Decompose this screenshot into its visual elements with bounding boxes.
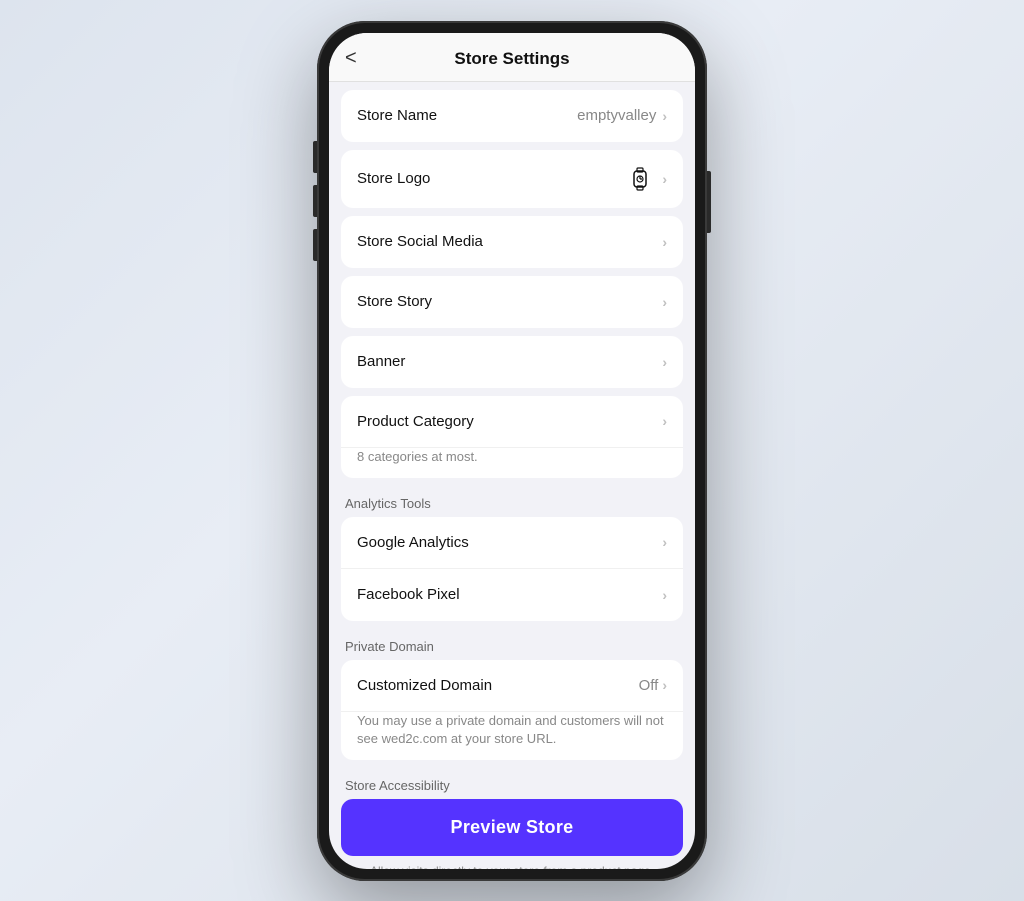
store-name-card: Store Name emptyvalley › — [341, 90, 683, 142]
phone-frame: < Store Settings Store Name emptyvalley … — [317, 21, 707, 881]
watch-icon — [626, 165, 654, 193]
customized-domain-label: Customized Domain — [357, 677, 639, 694]
store-story-row[interactable]: Store Story › — [341, 276, 683, 328]
product-category-label: Product Category — [357, 413, 662, 430]
phone-screen: < Store Settings Store Name emptyvalley … — [329, 33, 695, 869]
analytics-section-label: Analytics Tools — [341, 486, 683, 517]
private-domain-sub: You may use a private domain and custome… — [341, 712, 683, 760]
header: < Store Settings — [329, 33, 695, 82]
facebook-pixel-label: Facebook Pixel — [357, 586, 662, 603]
accessibility-section-label: Store Accessibility — [341, 768, 683, 799]
google-analytics-label: Google Analytics — [357, 534, 662, 551]
store-name-label: Store Name — [357, 107, 577, 124]
banner-label: Banner — [357, 353, 662, 370]
store-logo-row[interactable]: Store Logo › — [341, 150, 683, 208]
analytics-section: Analytics Tools Google Analytics › Faceb… — [341, 486, 683, 621]
store-story-card: Store Story › — [341, 276, 683, 328]
facebook-pixel-chevron: › — [662, 587, 667, 603]
banner-chevron: › — [662, 354, 667, 370]
product-category-chevron: › — [662, 413, 667, 429]
facebook-pixel-row[interactable]: Facebook Pixel › — [341, 569, 683, 621]
store-social-row[interactable]: Store Social Media › — [341, 216, 683, 268]
banner-card: Banner › — [341, 336, 683, 388]
store-social-chevron: › — [662, 234, 667, 250]
store-social-label: Store Social Media — [357, 233, 662, 250]
store-logo-card: Store Logo › — [341, 150, 683, 208]
private-domain-section: Private Domain Customized Domain Off › Y… — [341, 629, 683, 760]
google-analytics-chevron: › — [662, 534, 667, 550]
store-name-row[interactable]: Store Name emptyvalley › — [341, 90, 683, 142]
customized-domain-chevron: › — [662, 677, 667, 693]
analytics-card: Google Analytics › Facebook Pixel › — [341, 517, 683, 621]
product-category-sub: 8 categories at most. — [341, 448, 683, 478]
preview-store-button[interactable]: Preview Store — [341, 799, 683, 856]
preview-store-sub: Allow visits directly to your store from… — [341, 856, 683, 868]
store-name-chevron: › — [662, 108, 667, 124]
store-logo-chevron: › — [662, 171, 667, 187]
page-title: Store Settings — [454, 49, 569, 69]
google-analytics-row[interactable]: Google Analytics › — [341, 517, 683, 569]
store-logo-label: Store Logo — [357, 170, 626, 187]
banner-row[interactable]: Banner › — [341, 336, 683, 388]
store-story-chevron: › — [662, 294, 667, 310]
customized-domain-value: Off — [639, 677, 659, 694]
store-social-card: Store Social Media › — [341, 216, 683, 268]
accessibility-section: Store Accessibility Preview Store Allow … — [341, 768, 683, 868]
private-domain-section-label: Private Domain — [341, 629, 683, 660]
store-name-value: emptyvalley — [577, 107, 656, 124]
customized-domain-row[interactable]: Customized Domain Off › — [341, 660, 683, 712]
product-category-card: Product Category › 8 categories at most. — [341, 396, 683, 478]
private-domain-card: Customized Domain Off › You may use a pr… — [341, 660, 683, 760]
product-category-row[interactable]: Product Category › — [341, 396, 683, 448]
content-scroll: Store Name emptyvalley › Store Logo — [329, 82, 695, 869]
back-button[interactable]: < — [345, 47, 357, 70]
store-story-label: Store Story — [357, 293, 662, 310]
